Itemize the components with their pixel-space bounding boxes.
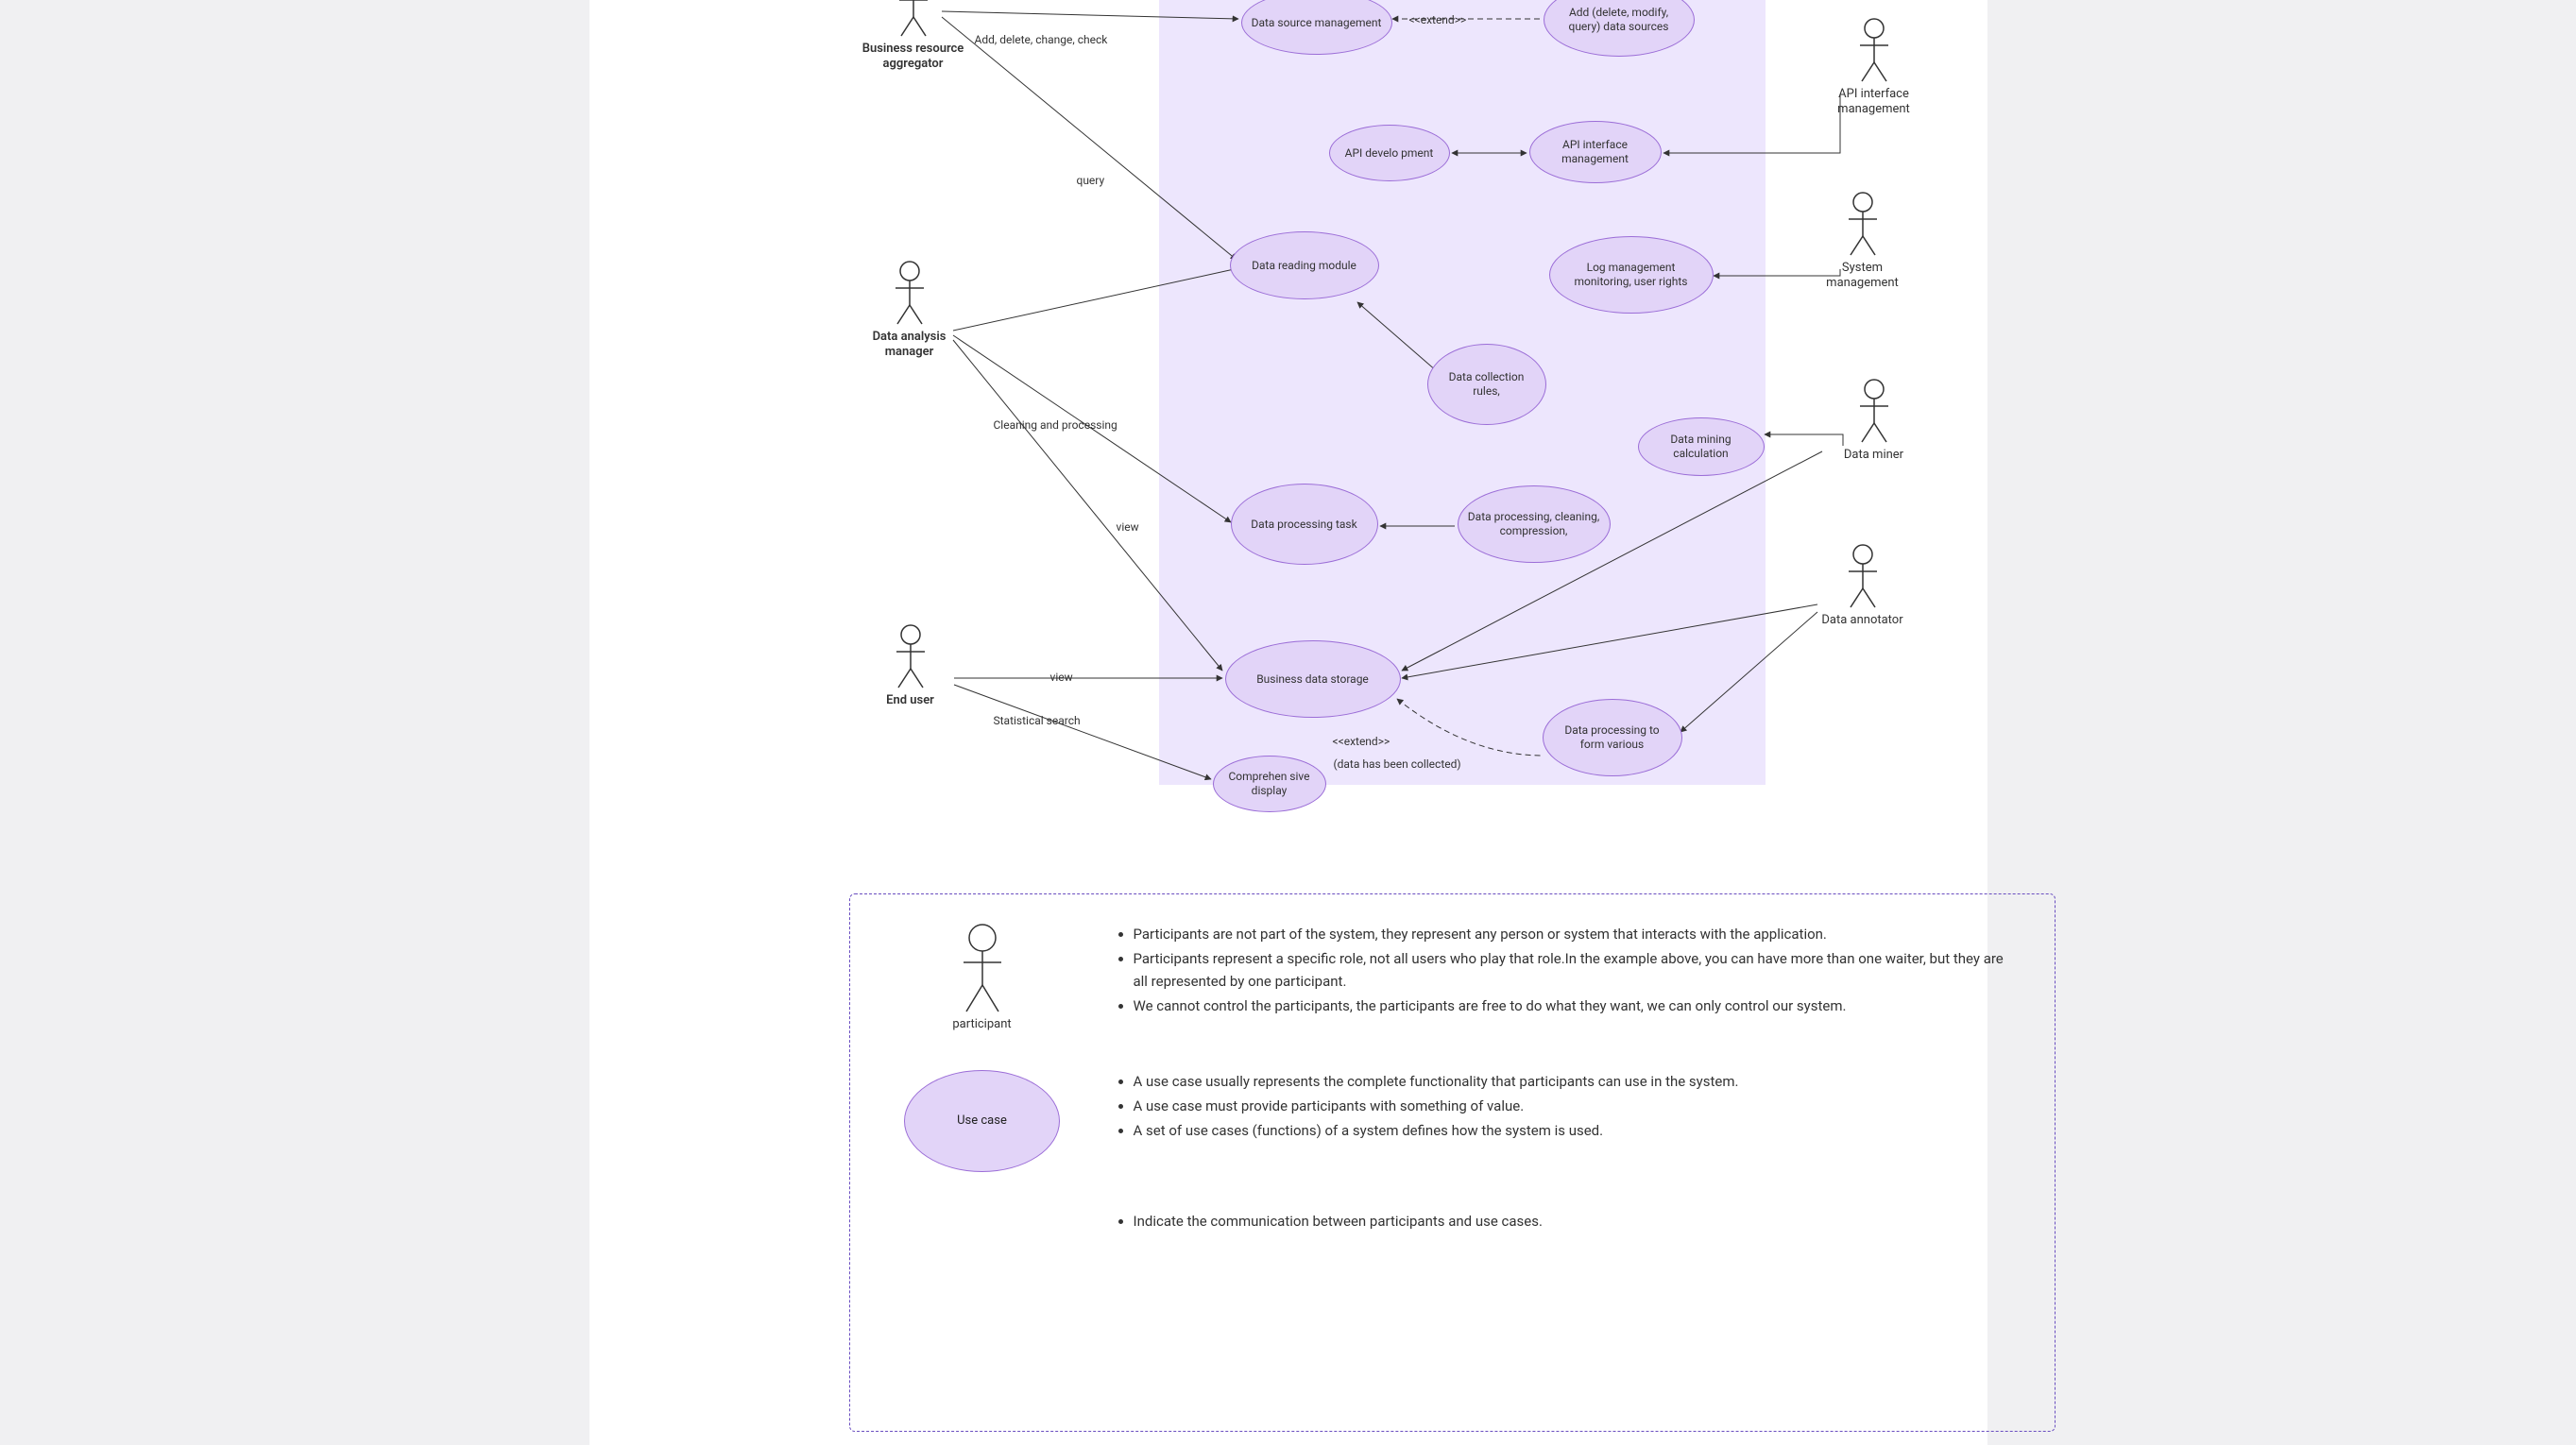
edge-label-add-delete-change-check: Add, delete, change, check	[975, 33, 1108, 46]
actor-label: End user	[886, 693, 934, 708]
legend-row-usecase: Use case A use case usually represents t…	[888, 1070, 2017, 1172]
actor-system-management: System management	[1806, 191, 1919, 290]
usecase-log-mgmt: Log management monitoring, user rights	[1549, 236, 1714, 314]
person-icon	[896, 0, 931, 38]
person-icon	[1845, 191, 1881, 257]
edge-label-view2: view	[1050, 671, 1073, 684]
legend-row-participant: participant Participants are not part of…	[888, 923, 2017, 1032]
usecase-business-data-storage: Business data storage	[1225, 640, 1401, 718]
legend-usecase-ellipse: Use case	[904, 1070, 1060, 1172]
actor-data-analysis-manager: Data analysis manager	[853, 260, 966, 359]
actor-end-user: End user	[854, 623, 967, 708]
person-icon	[1856, 378, 1892, 444]
edge-label-extend2: <<extend>>	[1333, 735, 1390, 748]
legend-usecase-label: Use case	[957, 1114, 1007, 1128]
actor-label: System management	[1806, 261, 1919, 290]
usecase-api-development: API develo pment	[1329, 125, 1450, 181]
legend-participant-shape: participant	[888, 923, 1077, 1032]
person-icon	[893, 623, 929, 689]
legend-bullet: We cannot control the participants, the …	[1134, 994, 2017, 1017]
edge-label-cleaning: Cleaning and processing	[994, 418, 1117, 432]
actor-data-annotator: Data annotator	[1806, 543, 1919, 628]
usecase-api-interface-mgmt: API interface management	[1529, 121, 1662, 183]
legend-third-text: Indicate the communication between parti…	[1077, 1210, 2017, 1234]
legend-usecase-text: A use case usually represents the comple…	[1077, 1070, 2017, 1144]
person-icon	[892, 260, 928, 326]
legend-bullet: Participants are not part of the system,…	[1134, 923, 2017, 945]
usecase-data-processing-clean: Data processing, cleaning, compression,	[1458, 485, 1611, 563]
actor-label: Data analysis manager	[853, 330, 966, 359]
edge-label-statistical-search: Statistical search	[994, 714, 1081, 727]
actor-business-resource-aggregator: Business resource aggregator	[857, 0, 970, 71]
legend-bullet: A use case usually represents the comple…	[1134, 1070, 2017, 1093]
actor-label: Data annotator	[1821, 613, 1902, 628]
legend-bullet: A use case must provide participants wit…	[1134, 1095, 2017, 1117]
usecase-data-processing-form: Data processing to form various	[1543, 699, 1682, 776]
person-icon	[1856, 17, 1892, 83]
usecase-data-collection-rules: Data collection rules,	[1427, 344, 1546, 425]
actor-label: Business resource aggregator	[857, 42, 970, 71]
actor-data-miner: Data miner	[1817, 378, 1931, 463]
usecase-data-mining-calc: Data mining calculation	[1638, 417, 1765, 476]
edge-label-view1: view	[1117, 520, 1139, 534]
actor-label: Data miner	[1844, 448, 1903, 463]
actor-label: API interface management	[1817, 87, 1931, 116]
legend-box: participant Participants are not part of…	[849, 893, 2056, 1432]
legend-participant-text: Participants are not part of the system,…	[1077, 923, 2017, 1019]
legend-row-third: Indicate the communication between parti…	[888, 1210, 2017, 1234]
page: Business resource aggregator Data analys…	[589, 0, 1987, 1445]
legend-participant-label: participant	[952, 1017, 1011, 1032]
edge-label-data-collected: (data has been collected)	[1334, 757, 1461, 771]
legend-bullet: Participants represent a specific role, …	[1134, 947, 2017, 993]
person-icon	[1845, 543, 1881, 609]
usecase-comprehensive-display: Comprehen sive display	[1213, 756, 1326, 812]
edge-label-query: query	[1077, 174, 1105, 187]
use-case-diagram: Business resource aggregator Data analys…	[589, 0, 1987, 831]
person-icon	[959, 923, 1006, 1013]
usecase-data-reading-module: Data reading module	[1230, 231, 1379, 299]
legend-usecase-shape: Use case	[888, 1070, 1077, 1172]
usecase-data-processing-task: Data processing task	[1231, 484, 1378, 565]
actor-api-interface-management: API interface management	[1817, 17, 1931, 116]
edge-label-extend1: <<extend>>	[1409, 13, 1467, 26]
legend-bullet: Indicate the communication between parti…	[1134, 1210, 2017, 1232]
legend-bullet: A set of use cases (functions) of a syst…	[1134, 1119, 2017, 1142]
